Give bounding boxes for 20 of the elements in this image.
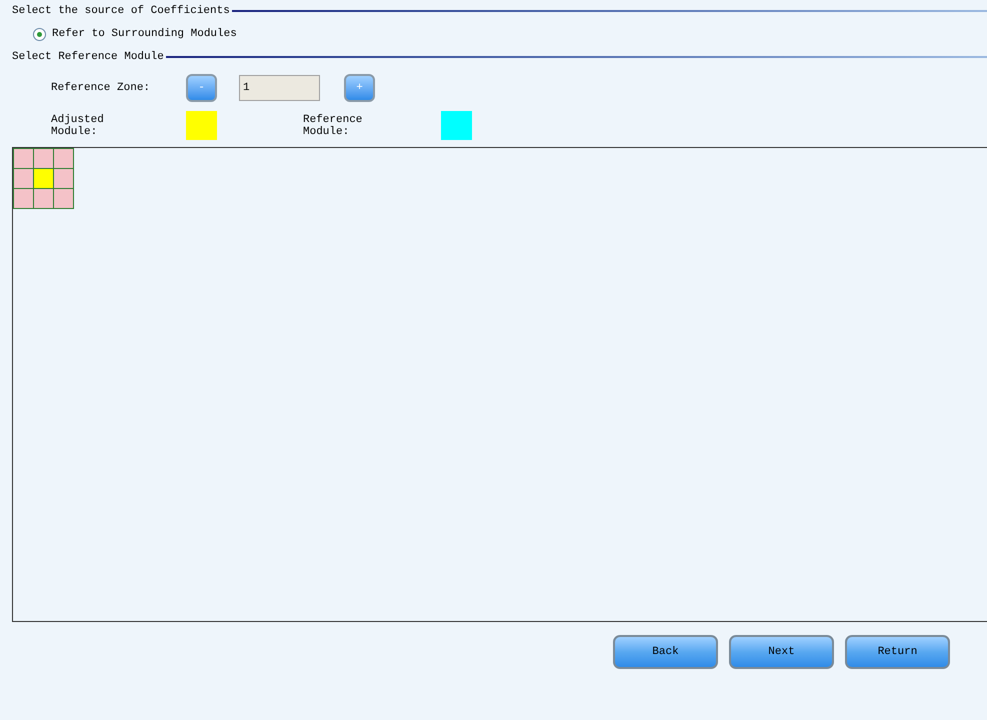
wizard-button[interactable]: Next bbox=[729, 635, 834, 669]
section-title: Select Reference Module bbox=[12, 50, 165, 65]
radio-label[interactable]: Refer to Surrounding Modules bbox=[52, 26, 237, 42]
module-cell[interactable] bbox=[34, 169, 54, 189]
module-cell[interactable] bbox=[34, 149, 54, 169]
legend-label: Reference Module: bbox=[303, 113, 364, 138]
wizard-button[interactable]: Back bbox=[613, 635, 718, 669]
module-cell[interactable] bbox=[34, 189, 54, 209]
section-title: Select the source of Coefficients bbox=[12, 4, 231, 19]
reference-zone-label: Reference Zone: bbox=[51, 80, 152, 96]
legend-label: Adjusted Module: bbox=[51, 113, 105, 138]
reference-zone-field[interactable]: 1 bbox=[239, 75, 320, 101]
module-cell[interactable] bbox=[54, 169, 74, 189]
module-cell[interactable] bbox=[14, 149, 34, 169]
module-cell[interactable] bbox=[14, 189, 34, 209]
module-cell[interactable] bbox=[54, 189, 74, 209]
module-cell[interactable] bbox=[14, 169, 34, 189]
wizard-button[interactable]: Return bbox=[845, 635, 950, 669]
module-cell[interactable] bbox=[54, 149, 74, 169]
radio-button[interactable] bbox=[33, 28, 46, 40]
